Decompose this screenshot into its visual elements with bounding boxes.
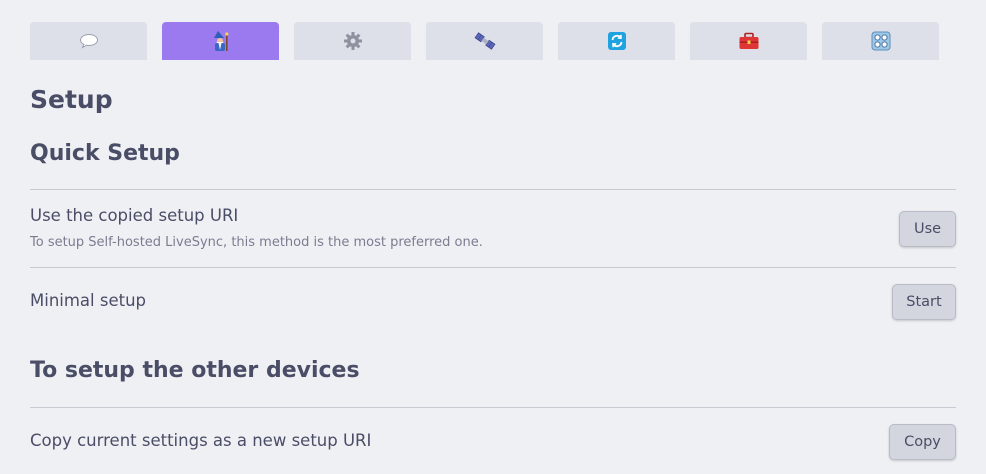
use-setup-uri-button[interactable]: Use [899, 211, 956, 247]
copy-setup-uri-button[interactable]: Copy [889, 424, 956, 460]
tab-general[interactable] [30, 22, 147, 60]
tab-remote-configuration[interactable] [294, 22, 411, 60]
sync-arrows-icon [607, 31, 627, 51]
toolbox-icon [738, 32, 760, 50]
use-setup-uri-name: Use the copied setup URI [30, 206, 239, 225]
divider [30, 407, 956, 408]
tab-customization[interactable] [822, 22, 939, 60]
tab-connection[interactable] [426, 22, 543, 60]
copy-setup-uri-name: Copy current settings as a new setup URI [30, 431, 372, 450]
divider [30, 189, 956, 190]
gear-icon [343, 31, 363, 51]
quick-setup-heading: Quick Setup [30, 141, 180, 166]
settings-tab-bar [30, 22, 939, 60]
tab-sync-settings[interactable] [558, 22, 675, 60]
use-setup-uri-description: To setup Self-hosted LiveSync, this meth… [30, 235, 483, 250]
divider [30, 267, 956, 268]
tab-hatch[interactable] [690, 22, 807, 60]
other-devices-heading: To setup the other devices [30, 358, 360, 383]
satellite-icon [474, 31, 496, 51]
page-title: Setup [30, 85, 113, 114]
wizard-icon [211, 30, 231, 52]
speech-bubble-icon [79, 33, 99, 49]
minimal-setup-start-button[interactable]: Start [892, 284, 956, 320]
minimal-setup-name: Minimal setup [30, 291, 147, 310]
tab-setup[interactable] [162, 22, 279, 60]
control-knobs-icon [871, 31, 891, 51]
